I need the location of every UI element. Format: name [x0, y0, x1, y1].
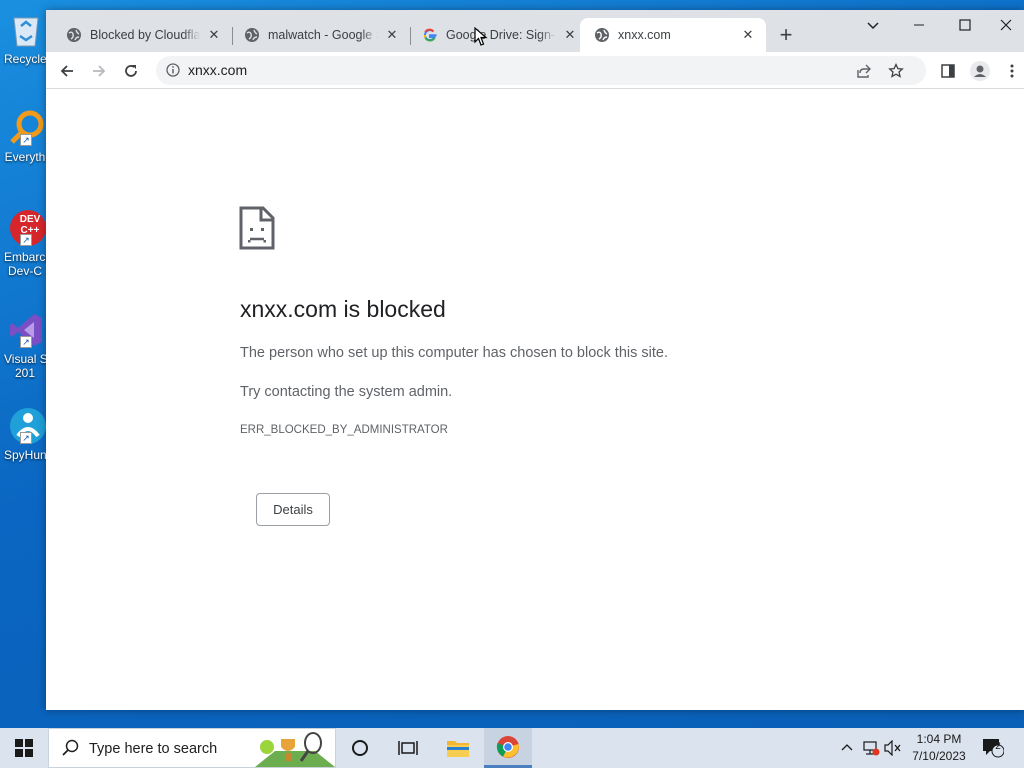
google-icon — [423, 28, 437, 42]
menu-button[interactable] — [999, 58, 1024, 84]
close-tab-icon[interactable]: ✕ — [740, 27, 756, 43]
error-code: ERR_BLOCKED_BY_ADMINISTRATOR — [240, 424, 448, 436]
devcpp-badge-text: DEV C++ — [19, 214, 41, 236]
action-center-button[interactable]: 2 — [978, 728, 1008, 768]
desktop-icon-label: Recycle — [4, 52, 46, 66]
desktop-icon-spyhunter[interactable]: ↗ SpyHun — [0, 402, 46, 482]
address-bar[interactable]: xnxx.com — [156, 56, 926, 85]
maximize-button[interactable] — [942, 10, 988, 40]
arrow-right-icon — [93, 65, 106, 77]
minimize-icon — [914, 24, 924, 26]
close-icon — [1000, 19, 1012, 31]
browser-toolbar: xnxx.com — [46, 52, 1024, 89]
globe-icon — [595, 28, 609, 42]
close-tab-icon[interactable]: ✕ — [562, 27, 578, 43]
reload-icon — [125, 65, 137, 77]
back-button[interactable] — [54, 58, 80, 84]
shortcut-arrow-icon: ↗ — [20, 432, 32, 444]
notification-count: 2 — [995, 741, 1001, 752]
side-panel-icon — [941, 64, 955, 78]
clock-time: 1:04 PM — [916, 732, 962, 746]
globe-icon — [67, 28, 81, 42]
error-suggestion: Try contacting the system admin. — [240, 384, 453, 400]
cortana-circle-icon — [352, 740, 368, 756]
mouse-cursor-icon — [474, 27, 488, 46]
taskbar: Type here to search 1:04 PM 7/10/2023 2 — [0, 728, 1024, 768]
windows-logo-icon — [15, 739, 33, 757]
show-hidden-icons-button[interactable] — [836, 728, 858, 768]
everything-search-icon: ↗ — [6, 108, 46, 148]
devcpp-icon: DEV C++ ↗ — [6, 208, 46, 248]
tab-title: Google Drive: Sign-in — [446, 28, 556, 42]
chrome-icon — [496, 735, 519, 758]
tab-blocked-by-cloudflare[interactable]: Blocked by Cloudflare ✕ — [46, 18, 232, 52]
task-view-icon — [398, 741, 418, 755]
tab-search-button[interactable] — [850, 10, 896, 40]
details-button[interactable]: Details — [256, 493, 330, 526]
taskbar-search-box[interactable]: Type here to search — [48, 728, 336, 768]
start-button[interactable] — [0, 728, 48, 768]
share-icon[interactable] — [856, 63, 872, 79]
reload-button[interactable] — [118, 58, 144, 84]
desktop-icon-recycle-bin[interactable]: Recycle — [0, 6, 46, 86]
tab-title: xnxx.com — [618, 28, 671, 42]
chrome-window: Blocked by Cloudflare ✕ malwatch - Googl… — [46, 10, 1024, 710]
minimize-button[interactable] — [896, 10, 942, 40]
forward-button[interactable] — [86, 58, 112, 84]
page-title: xnxx.com is blocked — [240, 296, 446, 322]
maximize-icon — [959, 19, 971, 31]
desktop-icon-everything[interactable]: ↗ Everyth — [0, 104, 46, 184]
profile-button[interactable] — [967, 58, 993, 84]
info-icon[interactable] — [166, 63, 180, 77]
folder-icon — [447, 741, 469, 757]
visual-studio-icon: ↗ — [6, 310, 46, 350]
chevron-up-icon — [841, 744, 853, 751]
search-highlight-tennis-icon — [255, 732, 335, 767]
tab-google-drive-sign-in[interactable]: Google Drive: Sign-in ✕ — [402, 18, 588, 52]
taskbar-clock[interactable]: 1:04 PM 7/10/2023 — [900, 731, 978, 765]
task-view-button[interactable] — [384, 728, 432, 768]
chevron-down-icon — [867, 22, 879, 30]
tab-strip: Blocked by Cloudflare ✕ malwatch - Googl… — [46, 10, 1024, 52]
tab-title: malwatch - Google Search — [268, 28, 378, 42]
desktop-icon-devcpp[interactable]: DEV C++ ↗ Embarca Dev-C — [0, 204, 46, 294]
desktop-icon-label: Visual S — [4, 352, 46, 366]
side-panel-button[interactable] — [935, 58, 961, 84]
bookmark-star-icon[interactable] — [888, 63, 904, 79]
desktop-icon-label: Embarca — [4, 250, 46, 264]
kebab-menu-icon — [1010, 64, 1014, 78]
new-tab-button[interactable]: + — [774, 24, 798, 48]
desktop-icon-visual-studio[interactable]: ↗ Visual S 201 — [0, 306, 46, 396]
chrome-taskbar-button[interactable] — [484, 728, 532, 768]
desktop-icon-label-line2: Dev-C — [7, 264, 42, 278]
globe-icon — [245, 28, 259, 42]
desktop-icon-label: SpyHun — [4, 448, 46, 462]
close-tab-icon[interactable]: ✕ — [206, 27, 222, 43]
avatar-icon — [970, 61, 990, 81]
shortcut-arrow-icon: ↗ — [20, 234, 32, 246]
spyhunter-icon: ↗ — [6, 406, 46, 446]
cortana-button[interactable] — [336, 728, 384, 768]
desktop-icon-label: Everyth — [4, 150, 46, 164]
tab-xnxx-com[interactable]: xnxx.com ✕ — [580, 18, 766, 52]
close-window-button[interactable] — [988, 10, 1024, 40]
shortcut-arrow-icon: ↗ — [20, 336, 32, 348]
search-icon — [62, 739, 79, 756]
shortcut-arrow-icon: ↗ — [20, 134, 32, 146]
tab-title: Blocked by Cloudflare — [90, 28, 200, 42]
error-message: The person who set up this computer has … — [240, 345, 668, 361]
network-tray-button[interactable] — [860, 728, 882, 768]
file-explorer-button[interactable] — [434, 728, 482, 768]
page-content: xnxx.com is blocked The person who set u… — [46, 90, 1024, 710]
close-tab-icon[interactable]: ✕ — [384, 27, 400, 43]
desktop-icon-label-line2: 201 — [14, 366, 36, 380]
network-icon — [863, 741, 880, 756]
recycle-bin-icon — [6, 10, 46, 50]
arrow-left-icon — [60, 65, 73, 77]
clock-date: 7/10/2023 — [912, 749, 966, 763]
search-placeholder: Type here to search — [89, 741, 218, 757]
tab-malwatch-google-search[interactable]: malwatch - Google Search ✕ — [224, 18, 410, 52]
sad-page-icon — [239, 206, 275, 250]
url-text: xnxx.com — [188, 62, 248, 78]
